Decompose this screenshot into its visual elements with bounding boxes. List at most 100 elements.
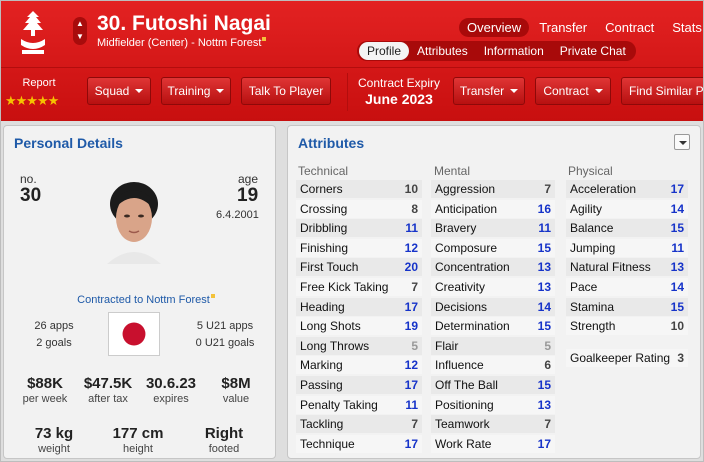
attribute-row: Off The Ball 15 bbox=[431, 376, 555, 394]
tab-contract[interactable]: Contract bbox=[597, 18, 662, 37]
club-crest-icon bbox=[21, 11, 45, 54]
tab-stats[interactable]: Stats bbox=[664, 18, 703, 37]
attribute-row: Marking 12 bbox=[296, 356, 422, 375]
find-similar-label: Find Similar P bbox=[629, 84, 704, 98]
subtab-attributes[interactable]: Attributes bbox=[409, 42, 476, 60]
attribute-name: Creativity bbox=[435, 280, 486, 294]
attribute-name: Crossing bbox=[300, 201, 348, 216]
attribute-name: Agility bbox=[570, 201, 603, 216]
attribute-value: 13 bbox=[537, 280, 551, 294]
transfer-button-label: Transfer bbox=[459, 84, 505, 98]
squad-button[interactable]: Squad bbox=[87, 77, 151, 105]
wage-caption: per week bbox=[22, 393, 68, 405]
height-caption: height bbox=[123, 443, 153, 455]
report-stars[interactable]: ★★★★★ bbox=[5, 93, 59, 109]
talk-to-player-button[interactable]: Talk To Player bbox=[241, 77, 331, 105]
number-value: 30 bbox=[20, 185, 42, 206]
tab-overview[interactable]: Overview bbox=[459, 18, 530, 37]
attribute-name: Aggression bbox=[435, 182, 496, 196]
attribute-value: 7 bbox=[411, 280, 418, 294]
attribute-row: Technique 17 bbox=[296, 434, 422, 453]
attribute-value: 10 bbox=[670, 319, 684, 334]
attribute-row: Corners 10 bbox=[296, 180, 422, 198]
attribute-row: Acceleration 17 bbox=[566, 180, 688, 198]
attribute-name: Positioning bbox=[435, 397, 494, 412]
subtab-profile[interactable]: Profile bbox=[359, 42, 410, 60]
attribute-row: Composure 15 bbox=[431, 238, 555, 257]
attribute-name: Flair bbox=[435, 338, 459, 353]
attribute-value: 17 bbox=[404, 378, 418, 392]
contract-button[interactable]: Contract bbox=[535, 77, 611, 105]
contracted-to-text: Contracted to Nottm Forest bbox=[77, 294, 210, 306]
player-photo bbox=[101, 178, 167, 264]
attribute-value: 19 bbox=[404, 319, 418, 334]
attribute-value: 10 bbox=[404, 182, 418, 196]
attribute-name: Anticipation bbox=[435, 201, 498, 216]
attribute-value: 17 bbox=[537, 436, 551, 451]
find-similar-button[interactable]: Find Similar P bbox=[621, 77, 704, 105]
player-name: 30. Futoshi Nagai bbox=[97, 12, 271, 35]
attribute-value: 17 bbox=[670, 182, 684, 196]
report-stars-rating: ★★★★★ bbox=[5, 93, 59, 108]
after-tax-caption: after tax bbox=[88, 393, 128, 405]
attribute-value: 7 bbox=[411, 417, 418, 432]
technical-header: Technical bbox=[298, 164, 349, 178]
player-nav-arrows[interactable]: ▲ ▼ bbox=[73, 17, 87, 45]
attribute-name: Influence bbox=[435, 358, 484, 373]
attribute-row: Pace 14 bbox=[566, 278, 688, 296]
training-button[interactable]: Training bbox=[161, 77, 231, 105]
subtab-private-chat[interactable]: Private Chat bbox=[552, 42, 634, 60]
contract-expiry-label: Contract Expiry bbox=[357, 76, 441, 90]
attribute-value: 15 bbox=[537, 378, 551, 392]
attribute-row: Penalty Taking 11 bbox=[296, 395, 422, 414]
value-amount: $8M bbox=[221, 375, 251, 392]
attribute-name: Penalty Taking bbox=[300, 397, 378, 412]
attribute-name: Dribbling bbox=[300, 221, 348, 236]
attribute-name: Natural Fitness bbox=[570, 260, 651, 275]
attribute-name: Marking bbox=[300, 358, 343, 373]
attribute-name: Stamina bbox=[570, 299, 615, 314]
training-button-label: Training bbox=[167, 84, 211, 98]
contracted-to: Contracted to Nottm Forest bbox=[14, 294, 275, 306]
goals-count: 2 goals bbox=[36, 337, 72, 349]
u21-apps-count: 5 U21 apps bbox=[196, 320, 254, 332]
header-bar: ▲ ▼ 30. Futoshi Nagai Midfielder (Center)… bbox=[1, 1, 704, 121]
subtab-information[interactable]: Information bbox=[476, 42, 552, 60]
tab-transfer[interactable]: Transfer bbox=[531, 18, 595, 37]
attribute-name: Acceleration bbox=[570, 182, 637, 196]
attribute-name: Heading bbox=[300, 299, 345, 314]
goalkeeper-rating-label: Goalkeeper Rating bbox=[570, 351, 671, 365]
attribute-value: 11 bbox=[405, 397, 418, 412]
attribute-value: 16 bbox=[537, 201, 551, 216]
attribute-row: Heading 17 bbox=[296, 297, 422, 316]
attribute-value: 7 bbox=[544, 182, 551, 196]
attribute-row: Determination 15 bbox=[431, 317, 555, 336]
age-label: age bbox=[238, 172, 259, 186]
number-label: no. bbox=[20, 172, 37, 186]
attribute-value: 15 bbox=[670, 221, 684, 236]
attribute-value: 11 bbox=[538, 221, 551, 236]
attribute-row: Work Rate 17 bbox=[431, 434, 555, 453]
mental-header: Mental bbox=[434, 164, 471, 178]
attribute-value: 7 bbox=[544, 417, 551, 432]
expires-caption: expires bbox=[153, 393, 189, 405]
contract-expiry-value: June 2023 bbox=[365, 91, 433, 107]
foot-caption: footed bbox=[208, 443, 240, 455]
attribute-value: 20 bbox=[404, 260, 418, 275]
transfer-button[interactable]: Transfer bbox=[453, 77, 525, 105]
attribute-name: Long Shots bbox=[300, 319, 361, 334]
attribute-name: Tackling bbox=[300, 417, 344, 432]
u21-goals-count: 0 U21 goals bbox=[195, 337, 255, 349]
panel-menu-button[interactable] bbox=[674, 134, 690, 150]
attribute-row: Passing 17 bbox=[296, 376, 422, 394]
attribute-row: Dribbling 11 bbox=[296, 219, 422, 238]
attribute-name: Off The Ball bbox=[435, 378, 498, 392]
attribute-row: Stamina 15 bbox=[566, 297, 688, 316]
weight-caption: weight bbox=[38, 443, 70, 455]
weight-value: 73 kg bbox=[34, 425, 74, 442]
attribute-row: Jumping 11 bbox=[566, 238, 688, 257]
attribute-value: 12 bbox=[404, 358, 418, 373]
header-divider bbox=[1, 67, 703, 68]
attribute-value: 17 bbox=[404, 436, 418, 451]
attributes-panel: Attributes Technical Mental Physical Cor… bbox=[287, 125, 701, 459]
